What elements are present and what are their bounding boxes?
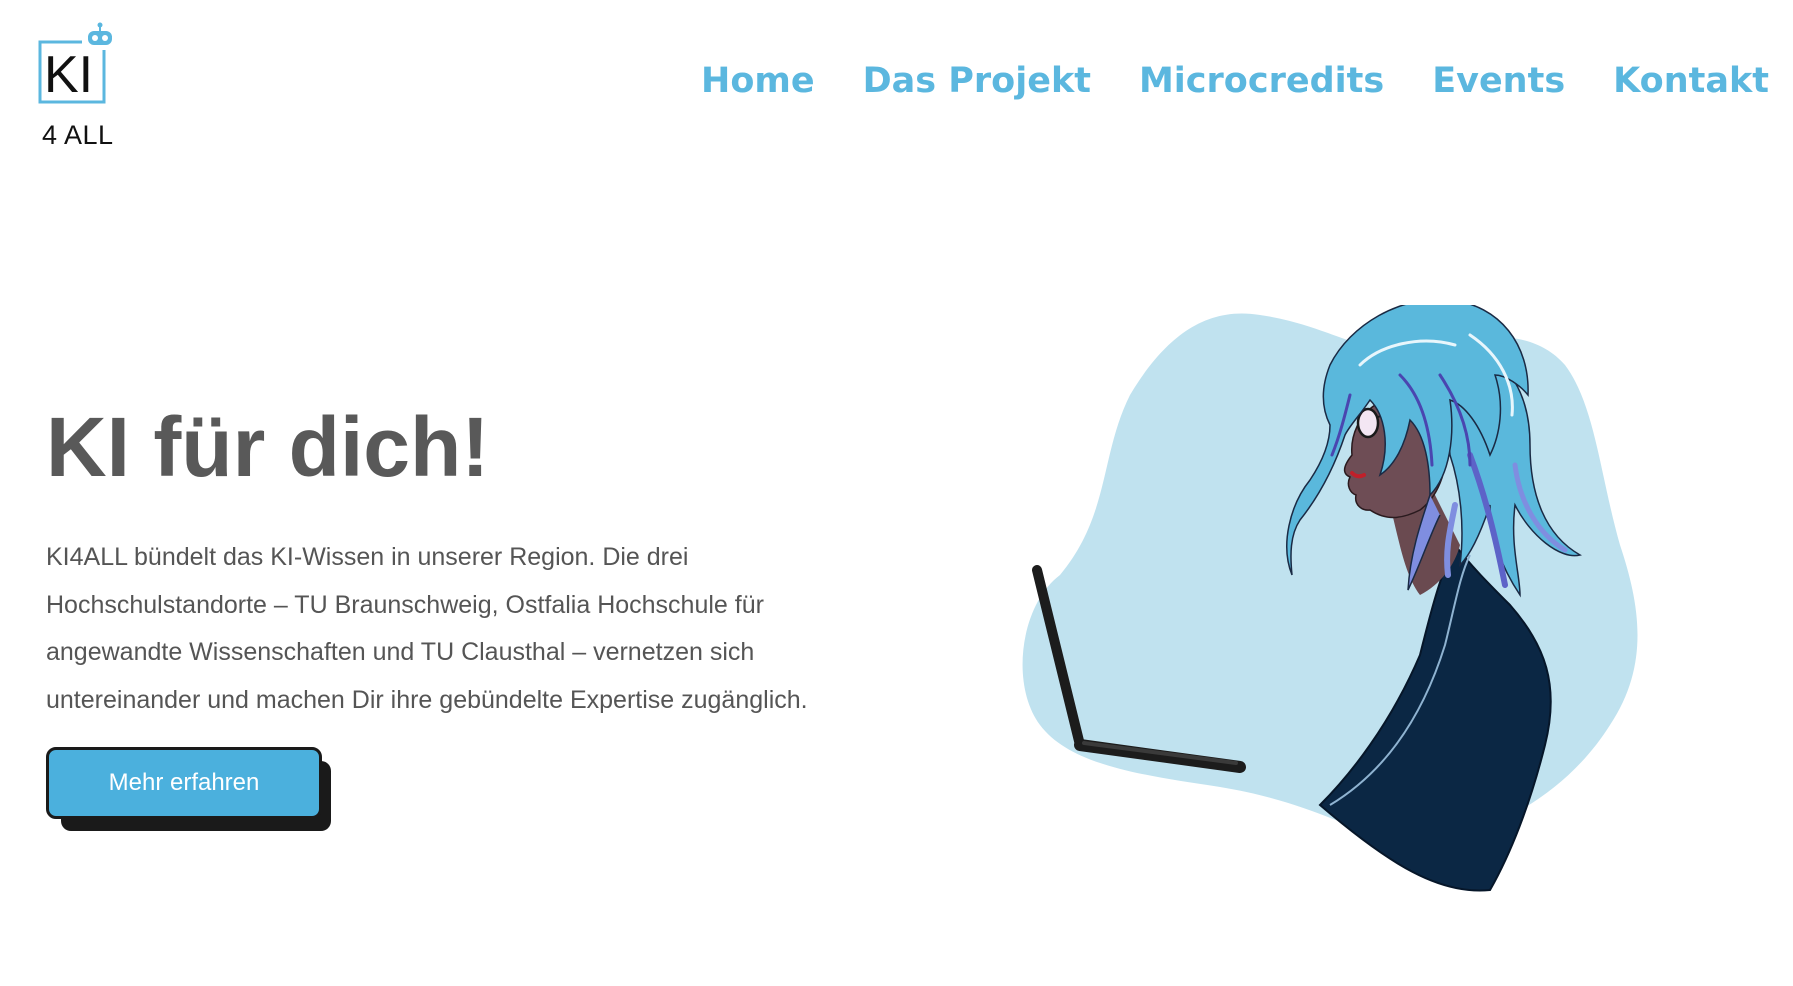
hero-description: KI4ALL bündelt das KI-Wissen in unserer …: [46, 534, 876, 724]
page: KI 4 ALL Home Das Projekt Microcredits E…: [0, 0, 1793, 986]
woman-with-laptop-illustration: [1022, 298, 1638, 892]
hero-description-line: untereinander und machen Dir ihre gebünd…: [46, 685, 808, 714]
logo-mark-text: KI: [44, 46, 93, 104]
robot-head-icon: [88, 22, 112, 45]
cta-container: Mehr erfahren: [46, 747, 336, 835]
main-nav: Home Das Projekt Microcredits Events Kon…: [701, 64, 1769, 99]
hero-title: KI für dich!: [46, 400, 490, 494]
nav-item-kontakt[interactable]: Kontakt: [1613, 64, 1769, 99]
hero-description-line: Hochschulstandorte – TU Braunschweig, Os…: [46, 590, 764, 619]
logo-mark: KI: [38, 22, 112, 104]
nav-item-das-projekt[interactable]: Das Projekt: [863, 64, 1091, 99]
nav-item-events[interactable]: Events: [1432, 64, 1565, 99]
site-logo[interactable]: KI 4 ALL: [38, 22, 118, 152]
hero-description-line: angewandte Wissenschaften und TU Clausth…: [46, 638, 755, 666]
hero-illustration: [1000, 298, 1660, 905]
nav-item-home[interactable]: Home: [701, 64, 815, 99]
logo-caption: 4 ALL: [42, 120, 114, 150]
hero-description-line: KI4ALL bündelt das KI-Wissen in unserer …: [46, 543, 689, 571]
nav-item-microcredits[interactable]: Microcredits: [1139, 64, 1384, 99]
mehr-erfahren-button[interactable]: Mehr erfahren: [46, 747, 322, 819]
